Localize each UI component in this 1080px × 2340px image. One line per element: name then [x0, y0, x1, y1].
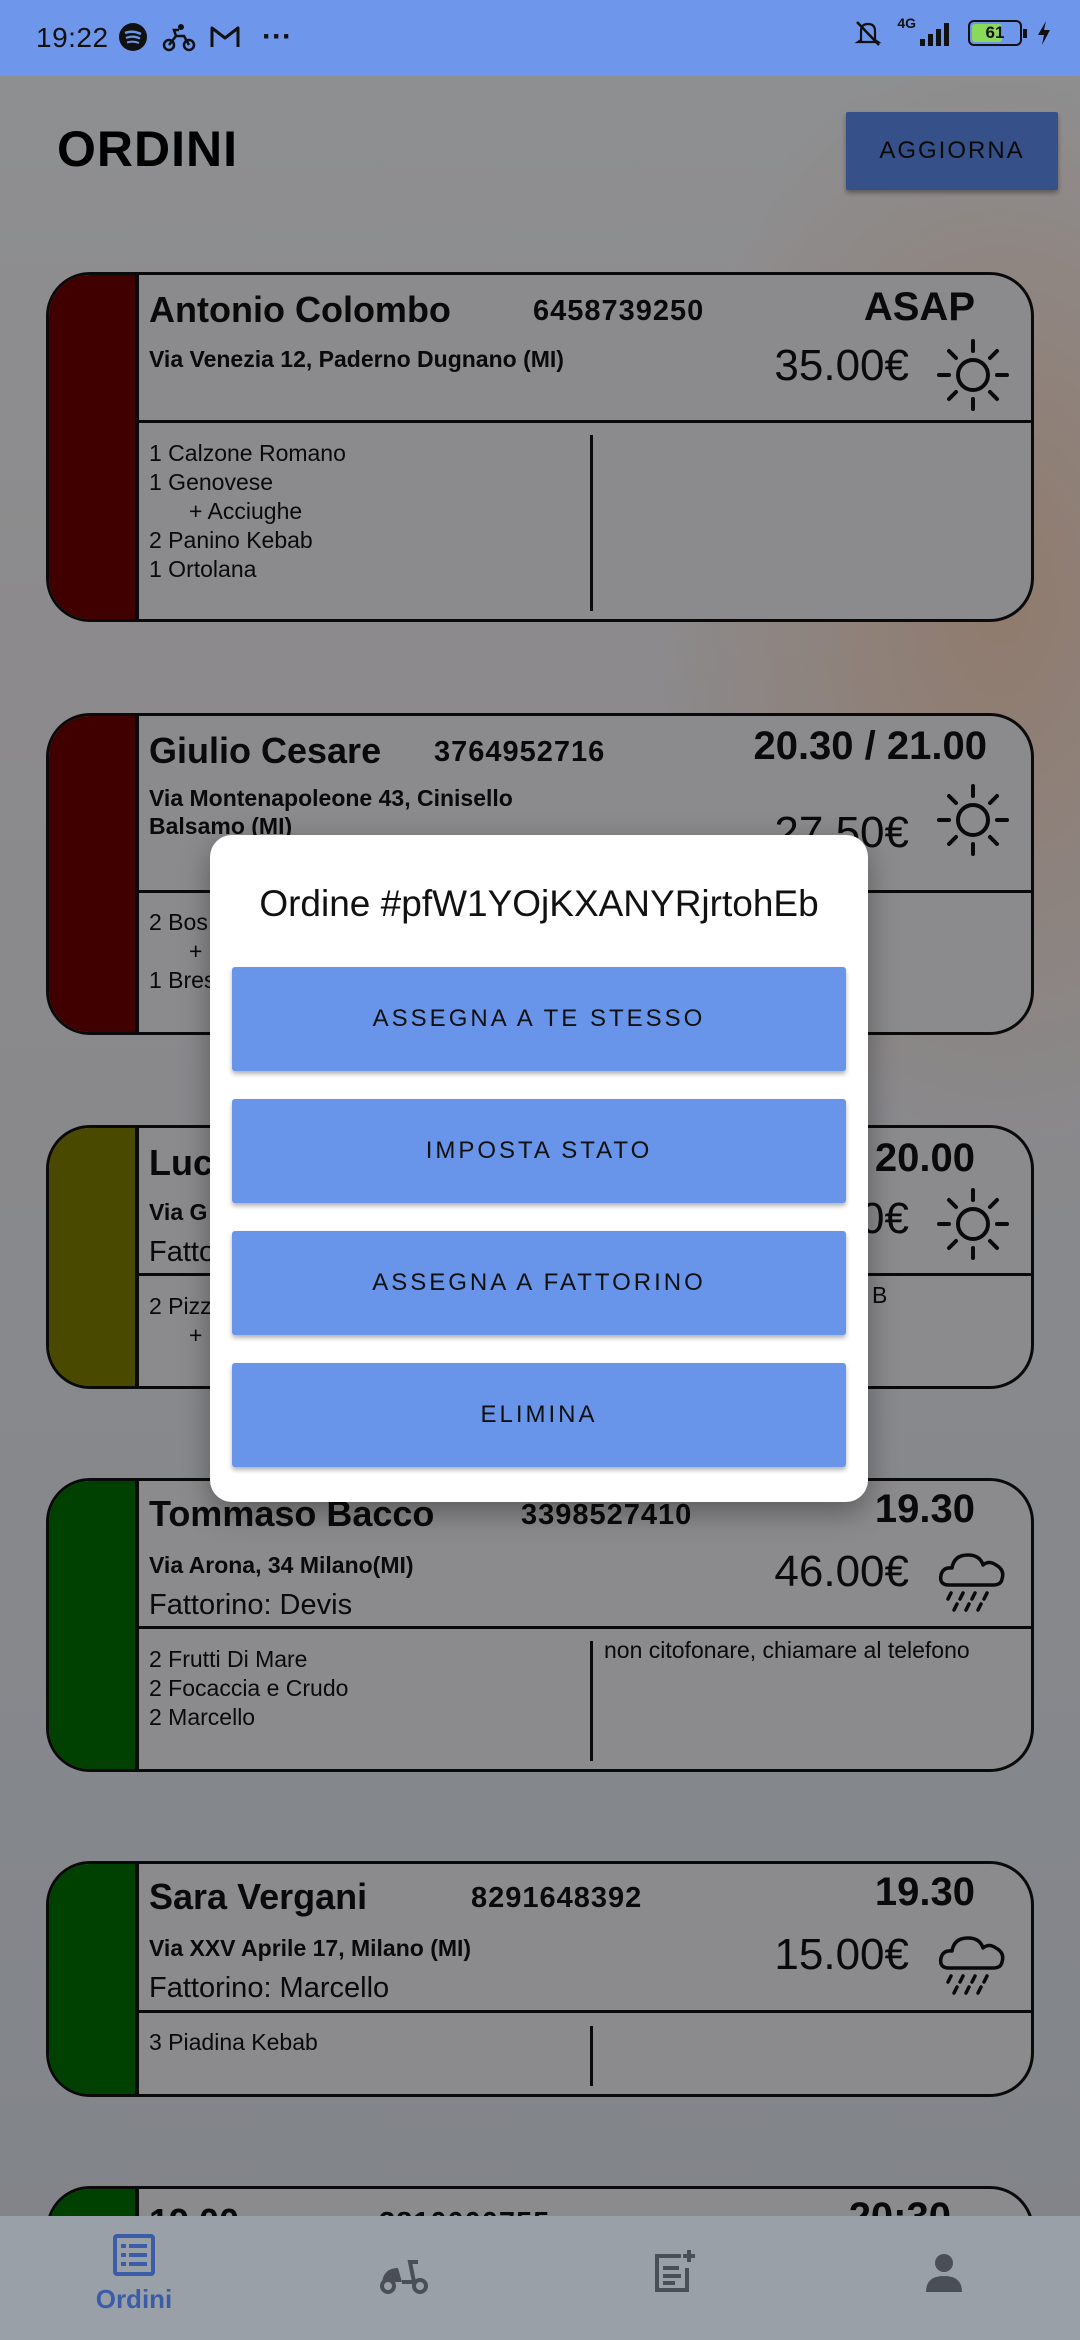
- profile-icon: [926, 2254, 962, 2292]
- nav-profile[interactable]: [884, 2252, 1004, 2294]
- add-note-icon: [655, 2250, 695, 2292]
- notification-icons: ···: [118, 20, 292, 54]
- status-bar: 19:22 ··· 4G 61: [0, 0, 1080, 76]
- status-time: 19:22: [36, 22, 109, 53]
- assign-to-self-button[interactable]: ASSEGNA A TE STESSO: [232, 967, 846, 1071]
- set-status-button[interactable]: IMPOSTA STATO: [232, 1099, 846, 1203]
- system-icons: 4G 61: [853, 15, 1052, 48]
- assign-to-rider-button[interactable]: ASSEGNA A FATTORINO: [232, 1231, 846, 1335]
- delivery-moto-icon: [162, 24, 196, 52]
- signal-icon: [920, 23, 949, 46]
- nav-ordini-label: Ordini: [95, 2284, 173, 2314]
- network-type-label: 4G: [897, 15, 916, 31]
- nav-ordini[interactable]: Ordini: [74, 2232, 194, 2315]
- spotify-icon: [119, 23, 147, 51]
- scooter-icon: [380, 2260, 428, 2294]
- battery-level: 61: [985, 23, 1005, 42]
- gmail-icon: [210, 26, 240, 47]
- order-actions-dialog: Ordine #pfW1YOjKXANYRjrtohEb ASSEGNA A T…: [210, 835, 868, 1502]
- battery-icon: 61: [968, 20, 1027, 46]
- charging-icon: [1038, 21, 1050, 45]
- list-icon: [113, 2234, 155, 2276]
- more-notifications-dots: ···: [262, 20, 292, 53]
- bottom-navigation: Ordini: [0, 2216, 1080, 2340]
- nav-new-order[interactable]: [614, 2248, 734, 2294]
- dialog-title: Ordine #pfW1YOjKXANYRjrtohEb: [259, 883, 819, 924]
- app-root: 19:22 ··· 4G 61 ORDINI AGGIORNA Antonio …: [0, 0, 1080, 2340]
- delete-button[interactable]: ELIMINA: [232, 1363, 846, 1467]
- bell-off-icon: [854, 21, 882, 46]
- nav-delivery[interactable]: [344, 2254, 464, 2296]
